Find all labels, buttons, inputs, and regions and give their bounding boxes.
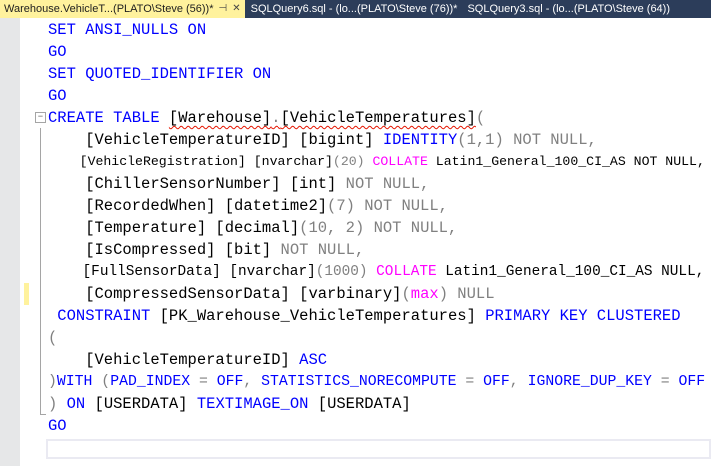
code-token: PAD_INDEX [110,374,199,390]
code-token: ( [475,109,486,127]
code-token: (1000) [315,264,377,280]
code-token: GO [48,87,67,105]
outline-guide [40,128,41,415]
collapse-toggle-icon[interactable]: − [35,112,46,123]
code-line[interactable]: ) ON [USERDATA] TEXTIMAGE_ON [USERDATA] [48,393,411,415]
code-line[interactable]: [FullSensorData] [nvarchar](1000) COLLAT… [48,261,705,283]
code-token: [VehicleTemperatureID] [bigint] [48,131,383,149]
code-line[interactable]: [ChillerSensorNumber] [int] NOT NULL, [48,173,429,195]
sql-editor[interactable]: SET ANSI_NULLS ON GO SET QUOTED_IDENTIFIER… [48,19,708,437]
code-token: STATISTICS_NORECOMPUTE [261,374,466,390]
code-token: ON [66,395,95,413]
code-token: ) [48,374,57,390]
code-token: = [198,374,217,390]
code-token: ( [101,374,111,390]
code-token: GO [48,417,67,435]
code-token: NOT NULL, [280,241,365,259]
code-token: (7) NOT NULL, [327,197,448,215]
code-token: SET QUOTED_IDENTIFIER ON [48,65,272,83]
code-token: ASC [299,351,328,369]
code-line[interactable]: GO [48,41,67,63]
code-line[interactable]: GO [48,85,67,107]
code-token: OFF [216,374,244,390]
code-token: Latin1_General_100_CI_AS NULL, [436,264,705,280]
code-token: OFF [483,374,510,390]
code-token: SET ANSI_NULLS ON [48,21,207,39]
code-token: IDENTITY [382,131,458,149]
code-token: [VehicleRegistration] [nvarchar] [48,154,333,169]
tab-sqlquery3[interactable]: SQLQuery3.sql - (lo...(PLATO\Steve (64)) [461,0,674,18]
code-token: [USERDATA] [317,395,411,413]
current-line-highlight[interactable] [46,439,711,459]
code-token: max [410,285,439,303]
code-token: COLLATE [372,154,428,169]
code-token: COLLATE [376,264,437,280]
code-token: , [243,374,262,390]
code-token: [RecordedWhen] [datetime2] [48,197,328,215]
code-token: CONSTRAINT [48,307,160,325]
code-token: ( [48,329,58,347]
code-line[interactable]: [VehicleTemperatureID] [bigint] IDENTITY… [48,129,597,151]
code-token: IGNORE_DUP_KEY [527,374,661,390]
code-token: TEXTIMAGE_ON [196,395,318,413]
code-token: [VehicleTemperatures] [280,109,476,127]
close-icon[interactable]: ✕ [232,0,240,18]
tab-label: Warehouse.VehicleT...(PLATO\Steve (56))* [4,3,214,15]
code-token: (10, 2) NOT NULL, [299,219,458,237]
code-line[interactable]: [VehicleRegistration] [nvarchar](20) COL… [48,151,705,173]
code-line[interactable]: CONSTRAINT [PK_Warehouse_VehicleTemperat… [48,305,681,327]
code-line[interactable]: GO [48,415,67,437]
code-token: OFF [678,374,706,390]
code-token: [PK_Warehouse_VehicleTemperatures] [159,307,486,325]
code-token: ) [48,395,67,413]
code-line[interactable]: ( [48,327,57,349]
code-line[interactable]: [CompressedSensorData] [varbinary](max) … [48,283,495,305]
tab-label: SQLQuery3.sql - (lo...(PLATO\Steve (64)) [467,3,671,15]
tab-sqlquery6[interactable]: SQLQuery6.sql - (lo...(PLATO\Steve (76))… [245,0,462,18]
code-token: Latin1_General_100_CI_AS NOT NULL, [427,154,705,169]
code-line[interactable]: )WITH (PAD_INDEX = OFF, STATISTICS_NOREC… [48,371,705,393]
tab-label: SQLQuery6.sql - (lo...(PLATO\Steve (76))… [250,3,458,15]
code-token: [Temperature] [decimal] [48,219,300,237]
code-token: [FullSensorData] [nvarchar] [48,264,316,280]
code-token: . [271,109,281,127]
code-token: [ChillerSensorNumber] [int] [48,175,346,193]
code-token: (20) [332,154,373,169]
code-line[interactable]: CREATE TABLE [Warehouse].[VehicleTempera… [48,107,485,129]
code-token: [USERDATA] [94,395,197,413]
code-line[interactable]: SET QUOTED_IDENTIFIER ON [48,63,271,85]
code-token: CREATE TABLE [48,109,169,127]
code-token: , [509,374,528,390]
code-line[interactable]: [VehicleTemperatureID] ASC [48,349,327,371]
code-token: GO [48,43,67,61]
code-token: [IsCompressed] [bit] [48,241,281,259]
code-line[interactable]: SET ANSI_NULLS ON [48,19,206,41]
code-token: ) NULL [438,285,495,303]
code-token: [CompressedSensorData] [varbinary] [48,285,402,303]
code-token: (1,1) NOT NULL, [457,131,597,149]
document-tab-bar: Warehouse.VehicleT...(PLATO\Steve (56))*… [0,0,711,18]
tab-warehouse-vehicletemperatures[interactable]: Warehouse.VehicleT...(PLATO\Steve (56))*… [0,0,245,18]
code-token: [VehicleTemperatureID] [48,351,300,369]
code-line[interactable]: [IsCompressed] [bit] NOT NULL, [48,239,364,261]
code-line[interactable]: [RecordedWhen] [datetime2](7) NOT NULL, [48,195,448,217]
code-token: NOT NULL, [345,175,430,193]
editor-gutter [0,18,20,466]
code-line[interactable]: [Temperature] [decimal](10, 2) NOT NULL, [48,217,457,239]
outline-guide-end [40,414,46,415]
code-token: PRIMARY KEY CLUSTERED [485,307,681,325]
code-token: = [660,374,679,390]
code-token: WITH [56,374,102,390]
code-token: = [465,374,484,390]
code-token: [Warehouse] [168,109,272,127]
code-token: ( [401,285,411,303]
pin-icon[interactable]: ⊣ [219,0,228,18]
change-marker [24,283,29,305]
